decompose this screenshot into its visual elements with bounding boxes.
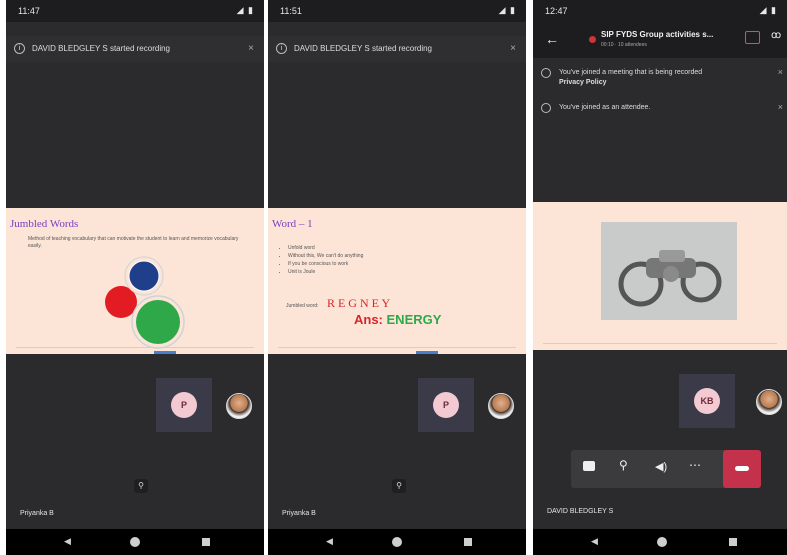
jumbled-word: R E G N E Y — [326, 296, 391, 310]
page-indicator — [154, 351, 176, 354]
participant-tile[interactable]: P — [156, 378, 212, 432]
nav-recents-icon[interactable] — [464, 538, 472, 546]
bullet: Unit is Joule — [288, 268, 363, 276]
slide-footer — [16, 347, 254, 350]
participant-tile[interactable]: KB — [679, 374, 735, 428]
jumbled-label: Jumbled word: — [286, 303, 319, 309]
nav-recents-icon[interactable] — [202, 538, 210, 546]
page-indicator — [416, 351, 438, 354]
privacy-policy-link[interactable]: Privacy Policy — [559, 79, 606, 86]
shared-slide: Jumbled Words Method of teaching vocabul… — [6, 208, 264, 354]
close-icon[interactable]: × — [510, 43, 516, 54]
bullet: If you be conscious to work — [288, 260, 363, 268]
meeting-title: SIP FYDS Group activities s... — [601, 30, 714, 39]
back-arrow-icon[interactable]: ← — [545, 31, 559, 47]
close-icon[interactable]: × — [778, 67, 783, 77]
android-nav-bar: ◀ — [533, 529, 787, 555]
bike-icon — [618, 250, 722, 307]
participants-icon[interactable]: ꝏ — [771, 30, 781, 41]
info-icon — [541, 103, 551, 113]
jumbled-row: Jumbled word: R E G N E Y — [286, 294, 390, 312]
call-controls: ⚲ ◀) ⋯ — [571, 450, 761, 488]
hangup-icon — [735, 466, 749, 471]
close-icon[interactable]: × — [248, 43, 254, 54]
close-icon[interactable]: × — [778, 102, 783, 112]
user-name: DAVID BLEDGLEY S — [547, 508, 614, 515]
avatar: P — [171, 392, 197, 418]
notice-1: You've joined a meeting that is being re… — [533, 64, 787, 94]
meeting-header: ← SIP FYDS Group activities s... 00:10 ·… — [533, 22, 787, 58]
status-bar: 11:47 ◢ ▮ — [6, 0, 264, 22]
notice-text: You've joined as an attendee. — [559, 104, 651, 111]
slide-title: Word – 1 — [272, 218, 313, 230]
self-view-photo[interactable] — [226, 393, 252, 419]
nav-recents-icon[interactable] — [729, 538, 737, 546]
shared-slide — [533, 202, 787, 350]
nav-home-icon[interactable] — [392, 537, 402, 547]
answer-word: ENERGY — [386, 312, 442, 327]
phone-1: 11:47 ◢ ▮ i DAVID BLEDGLEY S started rec… — [6, 0, 264, 555]
meeting-subtitle: 00:10 · 10 attendees — [601, 42, 647, 48]
user-name: Priyanka B — [20, 510, 54, 517]
self-view-photo[interactable] — [756, 389, 782, 415]
banner-text: DAVID BLEDGLEY S started recording — [294, 44, 432, 53]
avatar: KB — [694, 388, 720, 414]
slide-bullets: Unfold word Without this, We can't do an… — [278, 244, 363, 276]
mic-muted-icon: ⚲ — [134, 479, 148, 493]
status-time: 11:51 — [280, 6, 302, 16]
participant-tile[interactable]: P — [418, 378, 474, 432]
status-bar: 11:51 ◢ ▮ — [268, 0, 526, 22]
avatar: P — [433, 392, 459, 418]
slide-image-bike — [601, 222, 737, 320]
shared-slide: Word – 1 Unfold word Without this, We ca… — [268, 208, 526, 354]
info-icon: i — [276, 43, 287, 54]
phone-3: 12:47 ◢ ▮ ← SIP FYDS Group activities s.… — [533, 0, 787, 555]
info-icon: i — [14, 43, 25, 54]
camera-icon[interactable] — [583, 461, 595, 471]
status-time: 11:47 — [18, 6, 40, 16]
nav-back-icon[interactable]: ◀ — [326, 536, 333, 547]
signal-battery-icon: ◢ ▮ — [236, 5, 254, 15]
answer-row: Ans: ENERGY — [354, 312, 441, 327]
android-nav-bar: ◀ — [6, 529, 264, 555]
recording-banner: i DAVID BLEDGLEY S started recording × — [6, 36, 264, 62]
bullet: Without this, We can't do anything — [288, 252, 363, 260]
recording-icon — [589, 36, 596, 43]
gear-green — [136, 300, 180, 344]
hangup-button[interactable] — [723, 450, 761, 488]
speaker-icon[interactable]: ◀) — [655, 460, 667, 473]
recording-banner: i DAVID BLEDGLEY S started recording × — [268, 36, 526, 62]
self-view-photo[interactable] — [488, 393, 514, 419]
info-icon — [541, 68, 551, 78]
more-icon[interactable]: ⋯ — [689, 458, 701, 472]
banner-text: DAVID BLEDGLEY S started recording — [32, 44, 170, 53]
signal-battery-icon: ◢ ▮ — [498, 5, 516, 15]
signal-battery-icon: ◢ ▮ — [759, 5, 777, 15]
mic-icon[interactable]: ⚲ — [619, 458, 628, 472]
nav-home-icon[interactable] — [130, 537, 140, 547]
nav-back-icon[interactable]: ◀ — [591, 536, 598, 547]
nav-back-icon[interactable]: ◀ — [64, 536, 71, 547]
nav-home-icon[interactable] — [657, 537, 667, 547]
user-name: Priyanka B — [282, 510, 316, 517]
slide-footer — [278, 347, 516, 350]
status-bar: 12:47 ◢ ▮ — [533, 0, 787, 22]
mic-muted-icon: ⚲ — [392, 479, 406, 493]
notice-2: You've joined as an attendee. × — [533, 100, 787, 118]
chat-icon[interactable] — [745, 31, 760, 44]
gears-diagram — [105, 256, 185, 349]
answer-label: Ans: — [354, 312, 383, 327]
notice-text: You've joined a meeting that is being re… — [559, 69, 703, 76]
phone-2: 11:51 ◢ ▮ i DAVID BLEDGLEY S started rec… — [268, 0, 526, 555]
android-nav-bar: ◀ — [268, 529, 526, 555]
gear-blue — [128, 260, 160, 292]
status-time: 12:47 — [545, 6, 568, 16]
bullet: Unfold word — [288, 244, 363, 252]
slide-footer — [543, 343, 777, 346]
